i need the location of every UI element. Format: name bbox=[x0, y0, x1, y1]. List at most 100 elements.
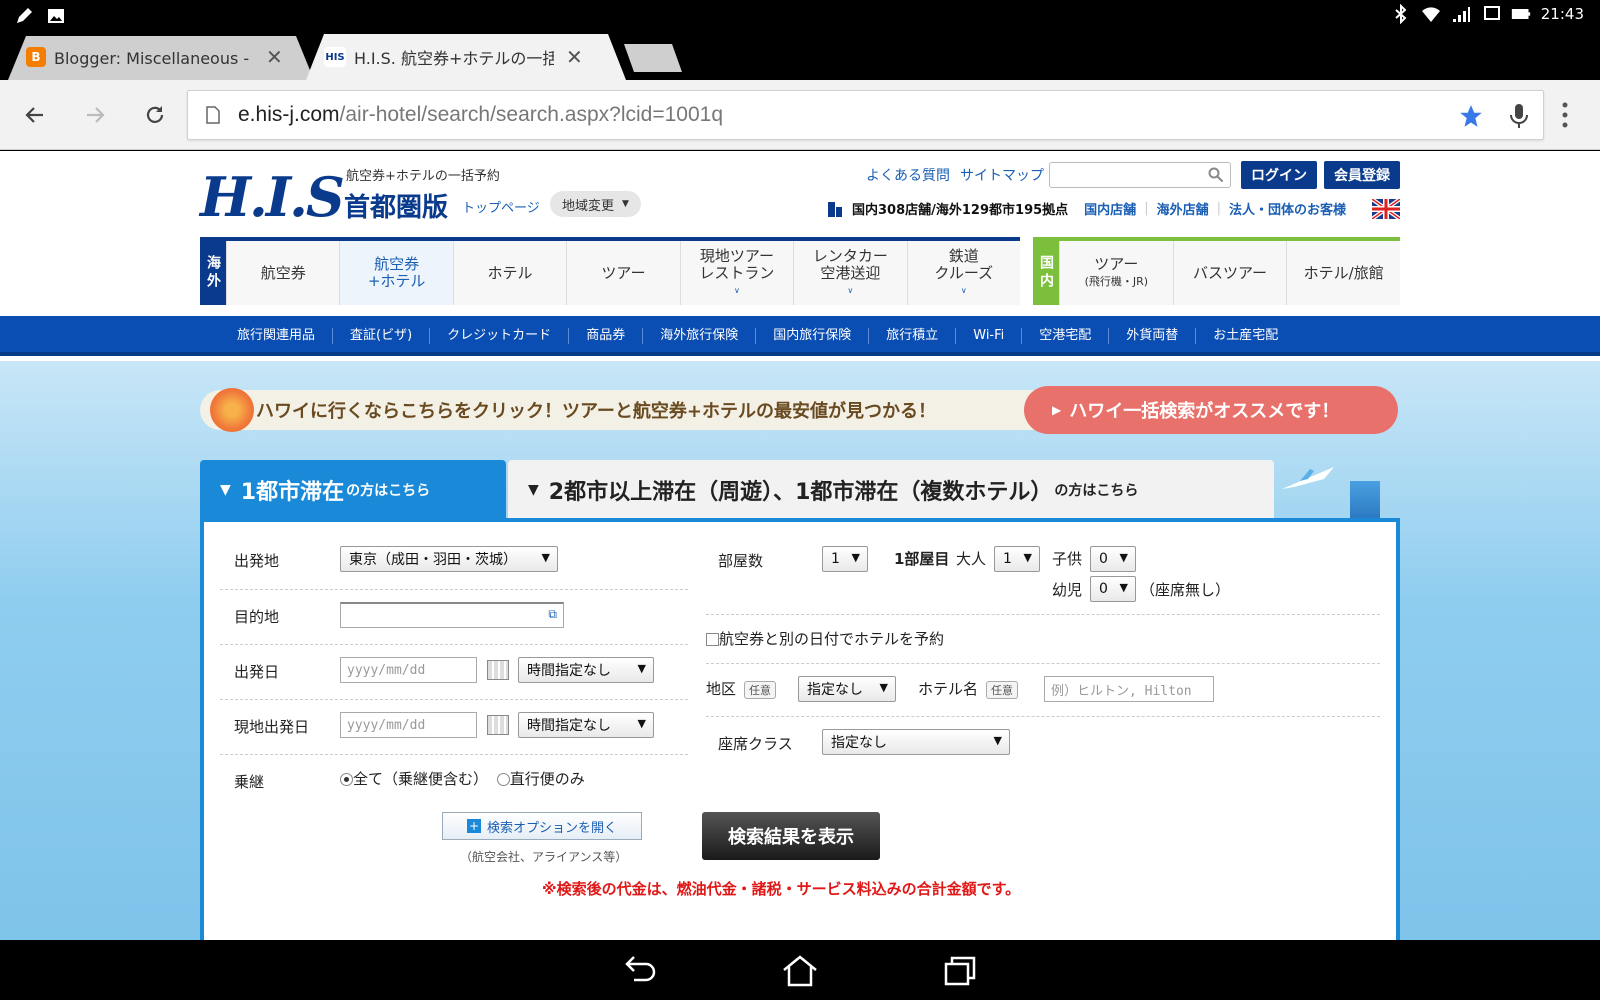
url-text[interactable]: e.his-j.com/air-hotel/search/search.aspx… bbox=[238, 103, 723, 127]
calendar-icon[interactable] bbox=[487, 715, 509, 735]
tab-his[interactable]: HIS H.I.S. 航空券+ホテルの一括 ✕ bbox=[306, 34, 626, 80]
sub-nav-item[interactable]: 海外旅行保険 bbox=[643, 328, 757, 344]
triangle-down-icon: ▼ bbox=[220, 482, 231, 498]
hawaii-search-button[interactable]: ▶ ハワイ一括検索がオススメです！ bbox=[1024, 386, 1398, 434]
back-button[interactable] bbox=[18, 98, 52, 132]
depart-time-select[interactable]: 時間指定なし ▼ bbox=[518, 657, 654, 683]
close-icon[interactable]: ✕ bbox=[566, 45, 583, 69]
transfer-direct-radio[interactable] bbox=[496, 773, 510, 786]
infant-select[interactable]: 0 ▼ bbox=[1090, 576, 1136, 602]
nav-domestic-tour[interactable]: ツアー (飛行機・JR) bbox=[1059, 241, 1173, 305]
home-icon[interactable] bbox=[780, 954, 820, 988]
building-icon bbox=[828, 201, 842, 217]
uk-flag-icon[interactable] bbox=[1372, 199, 1400, 219]
nav-hotel[interactable]: ホテル bbox=[452, 241, 566, 305]
login-button[interactable]: ログイン bbox=[1241, 161, 1317, 189]
separate-date-label[interactable]: 航空券と別の日付でホテルを予約 bbox=[719, 630, 944, 648]
hotel-text: ホテル名 bbox=[918, 680, 979, 698]
faq-link[interactable]: よくある質問 bbox=[866, 165, 950, 185]
area-change-button[interactable]: 地域変更 ▼ bbox=[550, 191, 641, 217]
recents-icon[interactable] bbox=[940, 954, 980, 988]
tab-single-city[interactable]: ▼ 1都市滞在 の方はこちら bbox=[200, 460, 506, 520]
forward-button[interactable] bbox=[78, 98, 112, 132]
nav-bus-tour[interactable]: バスツアー bbox=[1172, 241, 1287, 305]
hotel-name-input[interactable]: 例）ヒルトン, Hilton bbox=[1044, 676, 1214, 702]
overseas-stores-link[interactable]: 海外店舗 bbox=[1157, 199, 1209, 218]
caret-down-icon: ▼ bbox=[879, 681, 888, 694]
top-page-link[interactable]: トップページ bbox=[462, 197, 540, 216]
optional-tag: 任意 bbox=[986, 681, 1019, 699]
popup-icon[interactable]: ⧉ bbox=[548, 607, 557, 622]
microphone-icon[interactable] bbox=[1508, 103, 1530, 129]
child-select[interactable]: 0 ▼ bbox=[1090, 546, 1136, 572]
destination-input[interactable]: ⧉ bbox=[340, 602, 564, 628]
sub-nav-item[interactable]: 外貨両替 bbox=[1109, 328, 1197, 344]
sub-nav-item[interactable]: 旅行関連用品 bbox=[220, 328, 334, 344]
sub-nav-item[interactable]: クレジットカード bbox=[430, 328, 570, 344]
separate-date-checkbox[interactable] bbox=[706, 633, 719, 646]
return-date-input[interactable]: yyyy/mm/dd bbox=[340, 712, 477, 738]
departure-select[interactable]: 東京（成田・羽田・茨城） ▼ bbox=[340, 546, 558, 572]
search-button[interactable]: 検索結果を表示 bbox=[702, 812, 880, 860]
sub-nav-item[interactable]: 商品券 bbox=[569, 328, 644, 344]
sub-nav-item[interactable]: 空港宅配 bbox=[1022, 328, 1110, 344]
new-tab-button[interactable] bbox=[624, 44, 682, 72]
district-select[interactable]: 指定なし ▼ bbox=[798, 676, 896, 702]
register-button[interactable]: 会員登録 bbox=[1324, 161, 1400, 189]
sub-nav: 旅行関連用品 査証(ビザ) クレジットカード 商品券 海外旅行保険 国内旅行保険 旅行積立 W… bbox=[0, 316, 1600, 356]
corporate-link[interactable]: 法人・団体のお客様 bbox=[1229, 199, 1346, 218]
close-icon[interactable]: ✕ bbox=[266, 45, 283, 69]
nav-ryokan[interactable]: ホテル/旅館 bbox=[1286, 241, 1400, 305]
rooms-value: 1 bbox=[831, 551, 840, 567]
domestic-stores-link[interactable]: 国内店舗 bbox=[1084, 199, 1136, 218]
transfer-all-radio[interactable] bbox=[340, 773, 353, 786]
his-logo[interactable]: H.I.S bbox=[200, 165, 345, 229]
seat-class-select[interactable]: 指定なし ▼ bbox=[822, 729, 1010, 755]
sub-nav-item[interactable]: 国内旅行保険 bbox=[756, 328, 870, 344]
nav-label: 航空券 bbox=[374, 255, 420, 273]
nav-air[interactable]: 航空券 bbox=[226, 241, 339, 305]
tab-multi-city[interactable]: ▼ 2都市以上滞在（周遊）、1都市滞在（複数ホテル） の方はこちら bbox=[508, 460, 1274, 520]
site-search-input[interactable] bbox=[1049, 162, 1231, 188]
sub-nav-item[interactable]: 査証(ビザ) bbox=[333, 328, 431, 344]
search-options-button[interactable]: + 検索オプションを開く bbox=[442, 812, 642, 840]
nav-local-tour[interactable]: 現地ツアー レストラン ∨ bbox=[679, 241, 793, 305]
sub-nav-item[interactable]: Wi-Fi bbox=[956, 328, 1023, 344]
caret-down-icon: ▼ bbox=[1119, 581, 1128, 594]
sitemap-link[interactable]: サイトマップ bbox=[960, 165, 1044, 185]
building-decoration bbox=[1350, 481, 1380, 521]
return-time-select[interactable]: 時間指定なし ▼ bbox=[518, 712, 654, 738]
nav-sublabel: (飛行機・JR) bbox=[1084, 275, 1149, 288]
back-icon[interactable] bbox=[620, 954, 660, 988]
omnibox[interactable]: e.his-j.com/air-hotel/search/search.aspx… bbox=[187, 90, 1544, 140]
hawaii-banner-text[interactable]: ハワイに行くならこちらをクリック！ツアーと航空券+ホテルの最安値が見つかる！ bbox=[200, 390, 1040, 430]
sub-nav-item[interactable]: お土産宅配 bbox=[1196, 328, 1295, 344]
url-host: e.his-j.com bbox=[238, 103, 340, 126]
sub-nav-item[interactable]: 旅行積立 bbox=[869, 328, 957, 344]
nav-rail[interactable]: 鉄道 クルーズ ∨ bbox=[906, 241, 1020, 305]
depart-date-input[interactable]: yyyy/mm/dd bbox=[340, 657, 477, 683]
store-info: 国内308店舗/海外129都市195拠点 国内店舗 | 海外店舗 | 法人・団体… bbox=[826, 199, 1346, 218]
reload-button[interactable] bbox=[138, 98, 172, 132]
child-value: 0 bbox=[1099, 551, 1108, 567]
transfer-all-label[interactable]: 全て（乗継便含む） bbox=[353, 770, 488, 788]
calendar-icon[interactable] bbox=[487, 660, 509, 680]
rooms-select[interactable]: 1 ▼ bbox=[822, 546, 868, 572]
menu-icon[interactable] bbox=[1562, 102, 1572, 130]
hawaii-banner[interactable]: ハワイに行くならこちらをクリック！ツアーと航空券+ホテルの最安値が見つかる！ ▶… bbox=[200, 386, 1398, 434]
caret-down-icon: ▼ bbox=[541, 551, 550, 564]
star-icon[interactable] bbox=[1458, 103, 1484, 129]
nav-rentacar[interactable]: レンタカー 空港送迎 ∨ bbox=[793, 241, 906, 305]
search-form: 出発地 東京（成田・羽田・茨城） ▼ 目的地 ⧉ 出発日 yyyy/mm/dd 時… bbox=[200, 518, 1400, 940]
nav-air-hotel[interactable]: 航空券 +ホテル bbox=[339, 241, 453, 305]
tab-blogger[interactable]: B Blogger: Miscellaneous - す ✕ bbox=[8, 34, 314, 80]
adult-select[interactable]: 1 ▼ bbox=[994, 546, 1040, 572]
nav-tour[interactable]: ツアー bbox=[566, 241, 679, 305]
transfer-direct-label[interactable]: 直行便のみ bbox=[510, 770, 585, 788]
page-icon bbox=[206, 106, 220, 124]
district-text: 地区 bbox=[706, 680, 737, 698]
search-icon[interactable] bbox=[1208, 167, 1224, 183]
tab-title: Blogger: Miscellaneous - す bbox=[54, 49, 254, 68]
overseas-side-text: 海外 bbox=[205, 255, 221, 291]
chevron-down-icon: ∨ bbox=[960, 285, 967, 295]
